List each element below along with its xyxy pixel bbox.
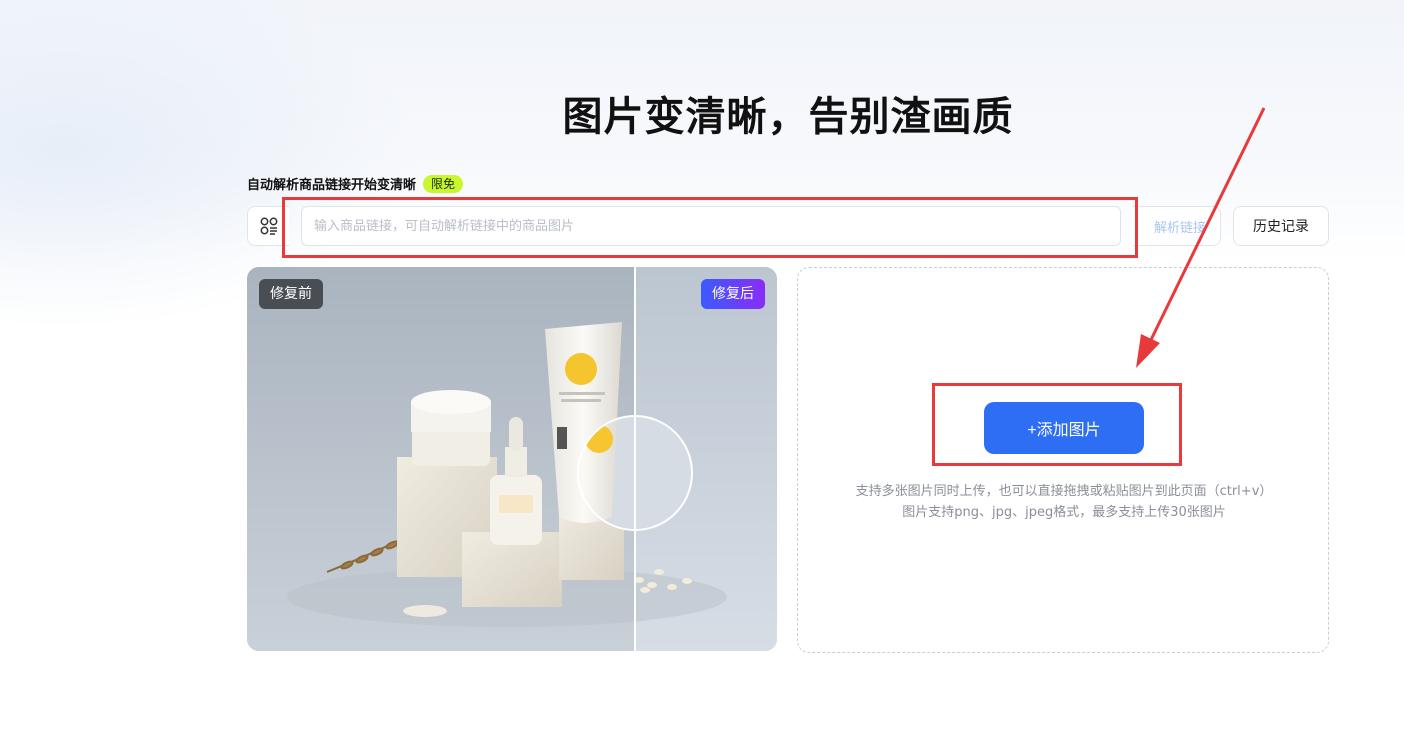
before-badge: 修复前 [259,279,323,309]
before-after-compare[interactable]: 修复前 修复后 [247,267,777,651]
product-link-input[interactable] [301,206,1121,246]
product-photo [247,267,777,651]
history-button[interactable]: 历史记录 [1233,206,1329,246]
upload-drop-zone[interactable]: +添加图片 支持多张图片同时上传，也可以直接拖拽或粘贴图片到此页面（ctrl+v… [797,267,1329,653]
upload-hint-line1: 支持多张图片同时上传，也可以直接拖拽或粘贴图片到此页面（ctrl+v） [855,484,1273,499]
page: 图片变清晰，告别渣画质 自动解析商品链接开始变清晰 限免 解析链接 历史记录 [0,0,1404,753]
after-badge: 修复后 [701,279,765,309]
parse-link-button[interactable]: 解析链接 [1133,206,1221,246]
link-section-header: 自动解析商品链接开始变清晰 限免 [247,174,464,193]
upload-hint-line2: 图片支持png、jpg、jpeg格式，最多支持上传30张图片 [902,505,1226,520]
link-section-subtitle: 自动解析商品链接开始变清晰 [247,178,417,193]
add-image-button[interactable]: +添加图片 [984,402,1144,454]
link-input-row: 解析链接 历史记录 [247,206,1329,246]
page-title: 图片变清晰，告别渣画质 [562,94,1014,140]
free-badge: 限免 [423,174,464,193]
app-grid-icon [260,217,277,235]
scan-icon-button[interactable] [247,206,289,246]
